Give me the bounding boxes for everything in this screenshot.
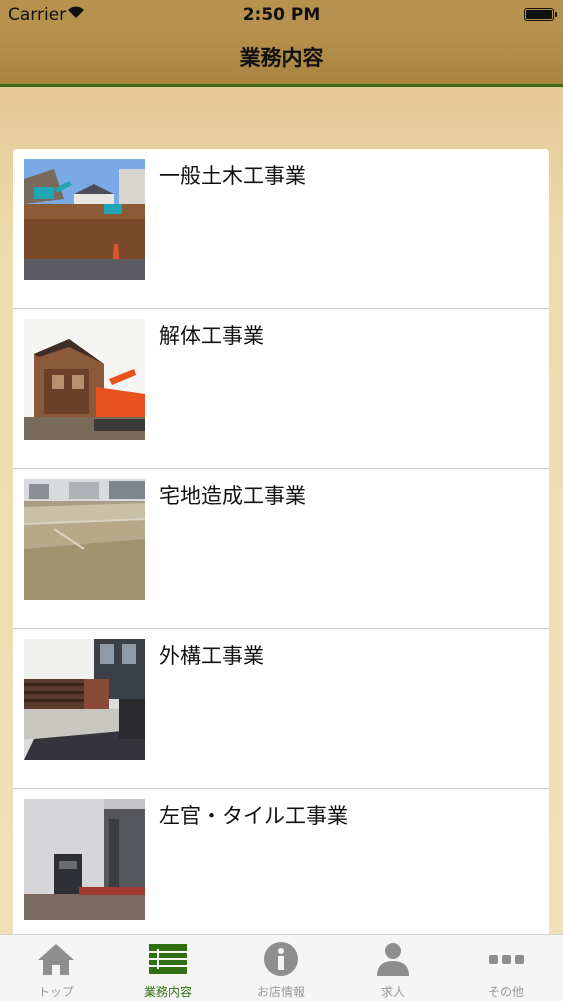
tab-more[interactable]: その他 xyxy=(450,935,562,1001)
tab-top[interactable]: トップ xyxy=(0,935,112,1001)
list-item[interactable]: 一般土木工事業 xyxy=(13,149,549,309)
tab-label: その他 xyxy=(487,985,524,999)
battery-icon xyxy=(524,8,557,21)
list-item[interactable]: 宅地造成工事業 xyxy=(13,469,549,629)
status-time: 2:50 PM xyxy=(242,5,321,25)
service-list: 一般土木工事業 解体工事業 宅地造成工事業 外構工事業 左官・タイル工事業 xyxy=(13,149,549,949)
tab-label: トップ xyxy=(37,985,74,999)
info-icon xyxy=(264,942,298,976)
tab-label: 業務内容 xyxy=(143,985,192,999)
more-icon xyxy=(489,955,524,964)
tab-label: お店情報 xyxy=(256,985,305,999)
person-icon xyxy=(377,943,409,976)
content-area: 一般土木工事業 解体工事業 宅地造成工事業 外構工事業 左官・タイル工事業 xyxy=(0,87,563,949)
house-demolition-photo xyxy=(24,319,145,440)
list-item[interactable]: 解体工事業 xyxy=(13,309,549,469)
list-item[interactable]: 外構工事業 xyxy=(13,629,549,789)
excavation-site-photo xyxy=(24,159,145,280)
tab-shop-info[interactable]: お店情報 xyxy=(225,935,337,1001)
list-icon xyxy=(149,944,187,974)
service-label: 外構工事業 xyxy=(159,644,264,668)
page-title: 業務内容 xyxy=(239,46,324,70)
tab-bar: トップ 業務内容 お店情報 求人 その他 xyxy=(0,934,563,1001)
land-grading-photo xyxy=(24,479,145,600)
exterior-construction-photo xyxy=(24,639,145,760)
tab-services[interactable]: 業務内容 xyxy=(112,935,224,1001)
service-label: 宅地造成工事業 xyxy=(159,484,306,508)
list-item[interactable]: 左官・タイル工事業 xyxy=(13,789,549,949)
status-bar: Carrier 2:50 PM xyxy=(0,0,563,30)
service-label: 一般土木工事業 xyxy=(159,164,306,188)
tiled-entrance-photo xyxy=(24,799,145,920)
home-icon xyxy=(38,944,74,975)
tab-jobs[interactable]: 求人 xyxy=(337,935,449,1001)
navigation-bar: 業務内容 xyxy=(0,30,563,87)
service-label: 解体工事業 xyxy=(159,324,264,348)
tab-label: 求人 xyxy=(380,985,405,999)
service-label: 左官・タイル工事業 xyxy=(159,804,348,828)
